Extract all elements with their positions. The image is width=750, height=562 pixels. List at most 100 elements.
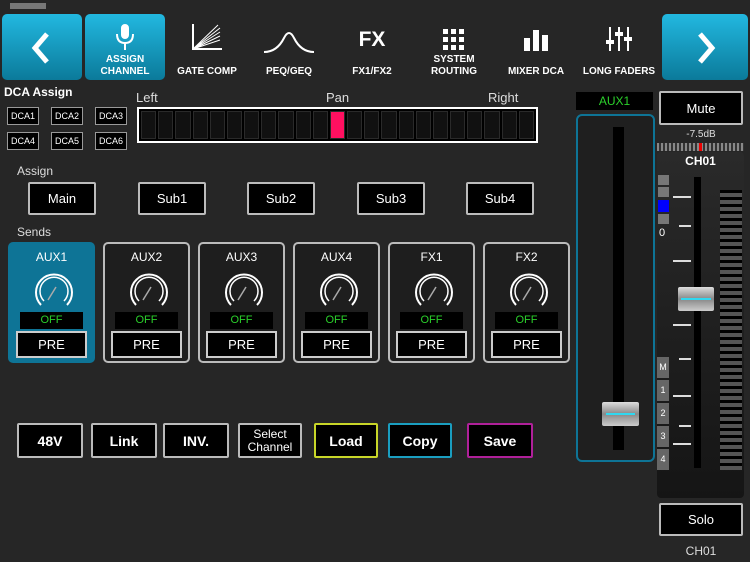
send-level-knob[interactable] [317, 270, 361, 310]
tab-label: PEQ/GEQ [265, 66, 313, 77]
channel-fader-handle[interactable] [678, 287, 714, 312]
tab-label: FX1/FX2 [352, 66, 392, 77]
send-level-knob[interactable] [507, 270, 551, 310]
pan-right-label: Right [488, 90, 519, 105]
send-name: AUX2 [130, 250, 163, 264]
fader-scale-tick [673, 260, 691, 262]
channel-label: Channel [247, 439, 293, 454]
send-level-knob[interactable] [222, 270, 266, 310]
meter-led [658, 175, 669, 185]
send-level-knob[interactable] [32, 270, 76, 310]
group-button-4[interactable]: 4 [657, 449, 669, 470]
pan-cell [261, 111, 277, 139]
meter-led [658, 187, 669, 197]
pan-cell [347, 111, 363, 139]
chevron-right-icon [698, 32, 716, 64]
fx-icon: FX [358, 28, 386, 51]
send-state: OFF [210, 312, 273, 329]
fader-scale-tick [679, 225, 691, 227]
channel-name: CH01 [685, 154, 716, 168]
send-level-knob[interactable] [412, 270, 456, 310]
sends-title: Sends [17, 225, 52, 239]
assign-sub4-button[interactable]: Sub4 [466, 182, 534, 215]
pre-post-button[interactable]: PRE [396, 331, 467, 358]
gain-readout: -7.5dB [686, 129, 716, 140]
phantom-48v-button[interactable]: 48V [17, 423, 83, 458]
save-button[interactable]: Save [467, 423, 533, 458]
mute-button[interactable]: Mute [659, 91, 743, 125]
faders-icon [606, 27, 632, 51]
assign-sub3-button[interactable]: Sub3 [357, 182, 425, 215]
forward-button[interactable] [662, 14, 748, 80]
pre-post-button[interactable]: PRE [16, 331, 87, 358]
solo-button[interactable]: Solo [659, 503, 743, 536]
pan-cell [209, 111, 225, 139]
send-state: OFF [305, 312, 368, 329]
select-label: Select [253, 426, 287, 441]
assign-sub2-button[interactable]: Sub2 [247, 182, 315, 215]
pan-label: Pan [326, 90, 350, 105]
send-aux4[interactable]: AUX4 OFF PRE [293, 242, 380, 363]
send-fx1[interactable]: FX1 OFF PRE [388, 242, 475, 363]
chevron-left-icon [31, 32, 49, 64]
tab-peq-geq[interactable]: PEQ/GEQ [249, 14, 329, 80]
send-state: OFF [20, 312, 83, 329]
select-channel-button[interactable]: Select Channel [238, 423, 302, 458]
send-name: FX1 [420, 250, 443, 264]
tab-label: LONG FADERS [582, 66, 656, 77]
channel-strip-panel: CH01 0 M1234 [657, 152, 744, 498]
send-aux2[interactable]: AUX2 OFF PRE [103, 242, 190, 363]
tab-mixer-dca[interactable]: MIXER DCA [496, 14, 576, 80]
pre-post-button[interactable]: PRE [206, 331, 277, 358]
load-button[interactable]: Load [314, 423, 378, 458]
assign-sub1-button[interactable]: Sub1 [138, 182, 206, 215]
send-fx2[interactable]: FX2 OFF PRE [483, 242, 570, 363]
tab-label: MIXER DCA [507, 66, 565, 77]
fader-scale-tick [679, 358, 691, 360]
send-name: AUX1 [35, 250, 68, 264]
fader-scale-tick [673, 443, 691, 445]
dca2-button[interactable]: DCA2 [51, 107, 83, 125]
send-state: OFF [115, 312, 178, 329]
pre-post-button[interactable]: PRE [491, 331, 562, 358]
group-button-1[interactable]: 1 [657, 380, 669, 401]
link-button[interactable]: Link [91, 423, 157, 458]
dca3-button[interactable]: DCA3 [95, 107, 127, 125]
dca5-button[interactable]: DCA5 [51, 132, 83, 150]
pan-slider[interactable] [137, 107, 538, 143]
tab-long-faders[interactable]: LONG FADERS [578, 14, 660, 80]
send-state: OFF [495, 312, 558, 329]
pan-cell [501, 111, 517, 139]
dca4-button[interactable]: DCA4 [7, 132, 39, 150]
copy-button[interactable]: Copy [388, 423, 452, 458]
group-button-m[interactable]: M [657, 357, 669, 378]
send-level-knob[interactable] [127, 270, 171, 310]
dca1-button[interactable]: DCA1 [7, 107, 39, 125]
pan-cell [244, 111, 260, 139]
tab-assign-channel[interactable]: ASSIGN CHANNEL [85, 14, 165, 80]
pan-cell [415, 111, 431, 139]
pan-cell [450, 111, 466, 139]
send-aux1[interactable]: AUX1 OFF PRE [8, 242, 95, 363]
pan-cell [158, 111, 174, 139]
channel-fader-track [694, 177, 701, 468]
aux-fader-label: AUX1 [576, 92, 653, 110]
assign-main-button[interactable]: Main [28, 182, 96, 215]
tab-gate-comp[interactable]: GATE COMP [167, 14, 247, 80]
send-name: FX2 [515, 250, 538, 264]
tab-system-routing[interactable]: SYSTEM ROUTING [414, 14, 494, 80]
back-button[interactable] [2, 14, 82, 80]
pan-cell [175, 111, 191, 139]
pan-cell [295, 111, 311, 139]
pre-post-button[interactable]: PRE [301, 331, 372, 358]
send-aux3[interactable]: AUX3 OFF PRE [198, 242, 285, 363]
group-button-2[interactable]: 2 [657, 403, 669, 424]
dca6-button[interactable]: DCA6 [95, 132, 127, 150]
group-button-3[interactable]: 3 [657, 426, 669, 447]
invert-button[interactable]: INV. [163, 423, 229, 458]
pan-cell [484, 111, 500, 139]
pre-post-button[interactable]: PRE [111, 331, 182, 358]
pan-cell [141, 111, 157, 139]
tab-fx[interactable]: FX FX1/FX2 [332, 14, 412, 80]
aux-fader-handle[interactable] [602, 402, 639, 427]
